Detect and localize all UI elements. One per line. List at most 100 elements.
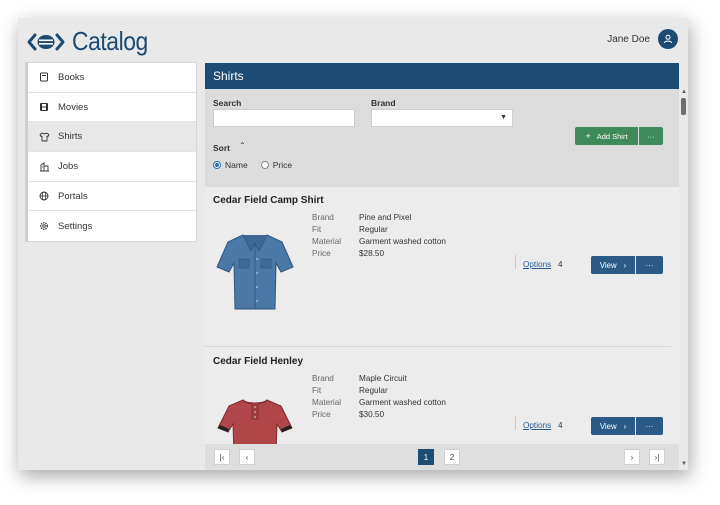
sidebar-item-label: Settings [58, 220, 93, 232]
chevron-up-icon[interactable]: ⌃ [239, 141, 246, 150]
user-icon [664, 34, 672, 44]
view-button[interactable]: View › [591, 417, 635, 435]
sidebar-item-movies[interactable]: Movies [28, 93, 196, 123]
sidebar-item-jobs[interactable]: Jobs [28, 152, 196, 182]
brand-label: Brand [371, 98, 396, 108]
product-image [217, 399, 293, 444]
first-page-icon: |‹ [219, 452, 225, 462]
more-icon: ··· [645, 421, 654, 431]
catalog-logo-icon [27, 33, 65, 50]
sidebar-item-label: Shirts [58, 131, 83, 143]
options-link[interactable]: Options [523, 260, 551, 269]
attr-label: Price [312, 249, 331, 258]
gear-icon [38, 220, 50, 232]
attr-label: Material [312, 398, 342, 407]
attr-value: $28.50 [359, 249, 385, 258]
page-button[interactable]: 2 [444, 449, 460, 465]
next-page-button[interactable]: › [624, 449, 640, 465]
search-input[interactable] [213, 109, 355, 127]
attr-value: Garment washed cotton [359, 398, 446, 407]
first-page-button[interactable]: |‹ [214, 449, 230, 465]
more-actions-button[interactable]: ··· [636, 256, 663, 274]
more-actions-button[interactable]: ··· [636, 417, 663, 435]
sidebar-item-label: Portals [58, 190, 88, 202]
attr-label: Fit [312, 386, 322, 395]
options-count: 4 [558, 421, 563, 430]
book-icon [38, 71, 50, 83]
divider [515, 416, 516, 430]
attr-value: $30.50 [359, 410, 385, 419]
plus-icon: + [585, 131, 591, 141]
sidebar-item-shirts[interactable]: Shirts [28, 122, 196, 153]
options-count: 4 [558, 260, 563, 269]
list-item: Cedar Field Camp Shirt Brand Pine and Pi… [205, 187, 671, 347]
divider [515, 255, 516, 269]
attr-label: Price [312, 410, 331, 419]
avatar[interactable] [658, 29, 678, 49]
app-window: Catalog Jane Doe Books Movies Shirts Job… [18, 18, 688, 470]
list-item: Cedar Field Henley Brand Maple Circuit F… [205, 348, 671, 444]
prev-page-button[interactable]: ‹ [239, 449, 255, 465]
attr-value: Regular [359, 225, 388, 234]
chevron-down-icon: ▼ [500, 114, 507, 121]
scrollbar[interactable]: ▲ ▼ [680, 88, 688, 470]
chevron-right-icon: › [630, 452, 634, 462]
page-title: Shirts [205, 63, 679, 89]
attr-value: Garment washed cotton [359, 237, 446, 246]
sort-label: Sort [213, 143, 230, 153]
add-shirt-button[interactable]: + Add Shirt [575, 127, 638, 145]
film-icon [38, 101, 50, 113]
attr-value: Maple Circuit [359, 374, 407, 383]
sort-radio-price[interactable] [260, 161, 269, 169]
sort-radio-name[interactable] [213, 161, 221, 169]
attr-value: Regular [359, 386, 388, 395]
user-name: Jane Doe [607, 33, 650, 45]
shirt-icon [38, 131, 50, 143]
attr-value: Pine and Pixel [359, 213, 412, 222]
globe-icon [38, 190, 50, 202]
add-shirt-label: Add Shirt [596, 131, 628, 141]
brand-select[interactable]: ▼ [371, 109, 513, 127]
sort-option-label: Name [225, 160, 248, 170]
page-button[interactable]: 1 [418, 449, 434, 465]
more-icon: ··· [647, 131, 655, 141]
sidebar-item-settings[interactable]: Settings [28, 211, 196, 241]
attr-label: Fit [312, 225, 322, 234]
search-label: Search [213, 98, 242, 108]
last-page-button[interactable]: ›| [649, 449, 665, 465]
more-actions-button[interactable]: ··· [639, 127, 663, 145]
product-image [216, 234, 294, 310]
user-menu[interactable]: Jane Doe [607, 29, 678, 49]
sort-option-label: Price [272, 160, 293, 170]
chevron-left-icon: ‹ [245, 452, 249, 462]
filter-panel: Search Brand ▼ Sort ⌃ Name Price + Add S… [205, 89, 679, 187]
last-page-icon: ›| [654, 452, 660, 462]
sidebar-item-books[interactable]: Books [28, 63, 196, 93]
view-label: View [599, 260, 617, 270]
main-panel: Shirts Search Brand ▼ Sort ⌃ Name Price … [205, 63, 679, 470]
sidebar-item-label: Movies [58, 101, 89, 113]
view-button[interactable]: View › [591, 256, 635, 274]
options-link[interactable]: Options [523, 421, 551, 430]
chevron-right-icon: › [623, 421, 627, 431]
product-title: Cedar Field Camp Shirt [213, 195, 324, 206]
logo[interactable]: Catalog [26, 26, 158, 57]
chevron-right-icon: › [623, 260, 627, 270]
scroll-down-icon[interactable]: ▼ [681, 461, 687, 467]
sidebar-item-portals[interactable]: Portals [28, 182, 196, 212]
sidebar-item-label: Books [58, 71, 85, 83]
scroll-thumb[interactable] [681, 98, 686, 115]
scroll-up-icon[interactable]: ▲ [681, 89, 687, 95]
pagination: |‹ ‹ 1 2 › ›| [205, 444, 679, 470]
app-header: Catalog Jane Doe [18, 18, 688, 62]
product-title: Cedar Field Henley [213, 356, 304, 367]
attr-label: Material [312, 237, 342, 246]
view-label: View [599, 421, 617, 431]
attr-label: Brand [312, 213, 334, 222]
app-title: Catalog [72, 26, 148, 56]
product-list: Cedar Field Camp Shirt Brand Pine and Pi… [205, 187, 679, 444]
jobs-icon [38, 160, 50, 172]
attr-label: Brand [312, 374, 334, 383]
sort-options: Name Price [213, 160, 292, 170]
more-icon: ··· [645, 260, 654, 270]
